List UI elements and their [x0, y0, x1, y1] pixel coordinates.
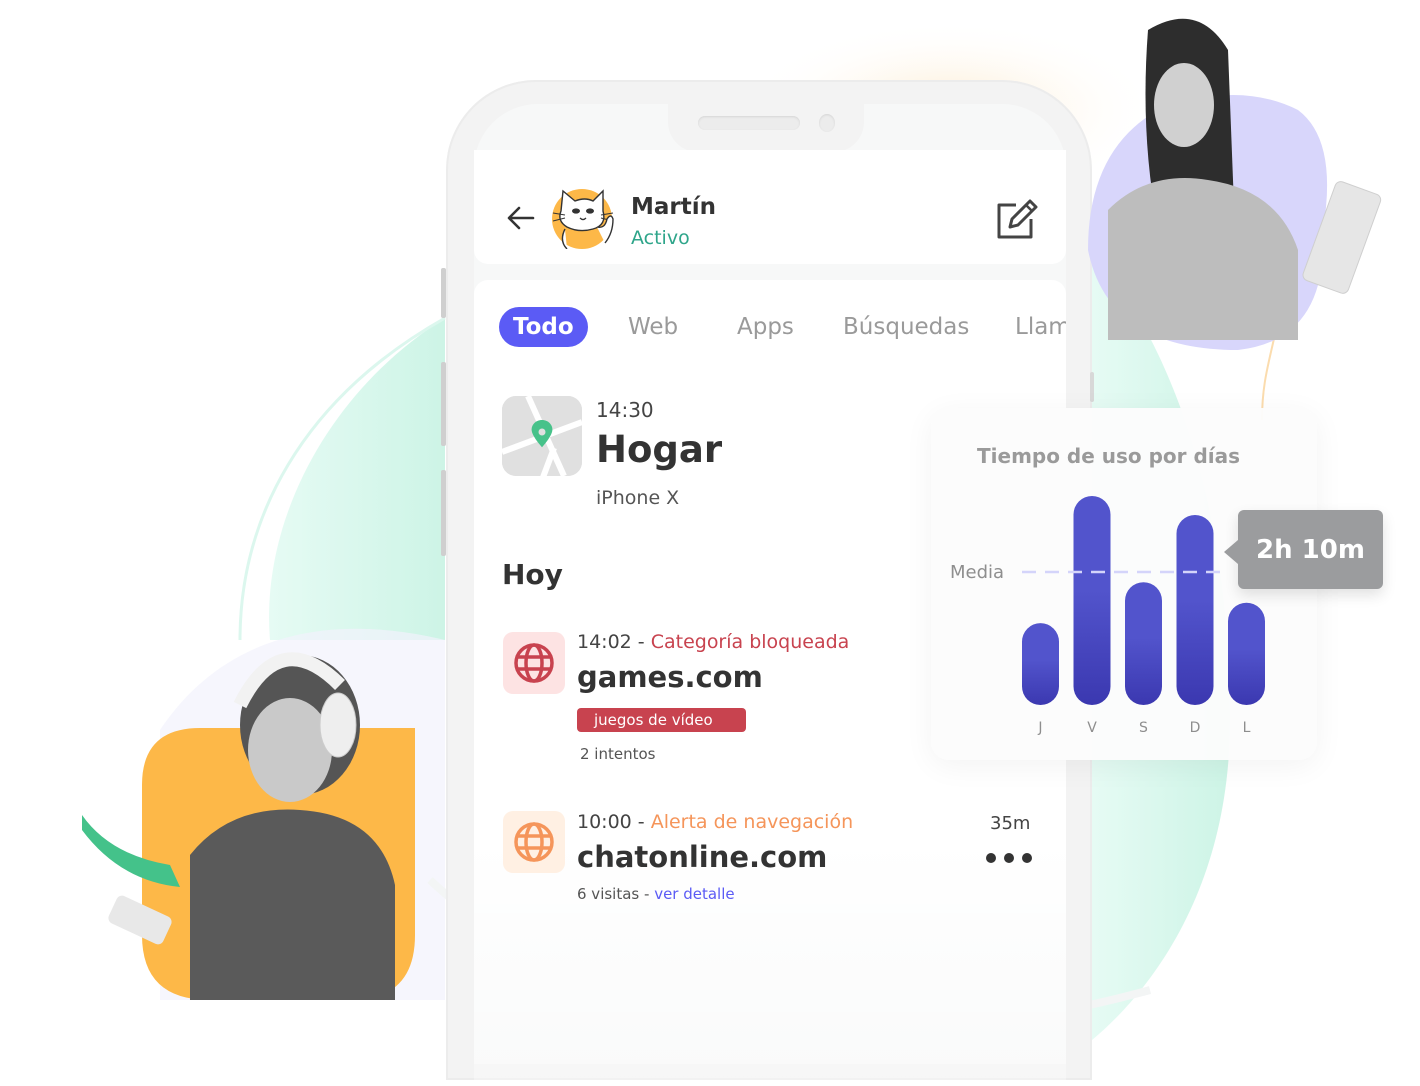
map-pin-icon: [502, 396, 582, 476]
location-name: Hogar: [596, 428, 723, 471]
activity-time: 14:02: [577, 631, 632, 653]
section-title-today: Hoy: [502, 558, 563, 591]
location-time: 14:30: [596, 398, 654, 422]
user-status: Activo: [631, 227, 690, 249]
girl-with-headphones-illustration: [82, 652, 415, 1000]
cat-avatar-icon: [552, 189, 614, 250]
filter-tabs: Todo Web Apps Búsquedas Llam: [499, 307, 1066, 349]
face: [248, 698, 332, 802]
jacket: [190, 809, 395, 1000]
edit-button[interactable]: [994, 199, 1038, 241]
location-map[interactable]: [502, 396, 582, 476]
phone-speaker: [698, 116, 800, 130]
alert-site-icon-box: [503, 811, 565, 873]
tab-llamadas[interactable]: Llam: [1015, 307, 1066, 347]
more-dot-icon: [1004, 853, 1014, 863]
globe-icon: [514, 643, 554, 683]
more-options-button[interactable]: [986, 853, 1034, 867]
phone-volume-down: [441, 470, 446, 556]
activity-meta: 10:00 - Alerta de navegación: [577, 811, 853, 833]
globe-icon: [514, 822, 554, 862]
face: [1154, 63, 1214, 147]
separator: -: [639, 885, 655, 903]
activity-meta: 14:02 - Categoría bloqueada: [577, 631, 849, 653]
avatar[interactable]: [549, 185, 619, 250]
activity-category: Alerta de navegación: [650, 811, 854, 833]
separator: -: [631, 631, 651, 653]
visit-count: 6 visitas: [577, 885, 640, 903]
more-dot-icon: [1022, 853, 1032, 863]
back-button[interactable]: [505, 202, 537, 234]
activity-detail: 6 visitas - ver detalle: [577, 885, 735, 903]
phone-volume-up: [441, 362, 446, 446]
activity-site[interactable]: chatonline.com: [577, 840, 827, 874]
edit-icon: [997, 199, 1038, 239]
arrow-left-icon: [507, 206, 535, 230]
chart-title: Tiempo de uso por días: [977, 444, 1241, 468]
activity-category: Categoría bloqueada: [650, 631, 850, 653]
tab-busquedas[interactable]: Búsquedas: [843, 307, 969, 347]
tab-apps[interactable]: Apps: [737, 307, 794, 347]
tab-web[interactable]: Web: [628, 307, 678, 347]
blocked-site-icon-box: [503, 632, 565, 694]
phone-silent-switch: [441, 268, 446, 318]
phone-camera: [819, 114, 835, 132]
separator: -: [631, 811, 651, 833]
location-device: iPhone X: [596, 487, 680, 509]
phone-power-button: [1090, 372, 1094, 402]
tab-todo[interactable]: Todo: [499, 307, 588, 347]
leaf-outline: [238, 316, 446, 641]
activity-time: 10:00: [577, 811, 632, 833]
view-detail-link[interactable]: ver detalle: [654, 885, 734, 903]
activity-site[interactable]: games.com: [577, 660, 763, 694]
value-tooltip: 2h 10m: [1224, 510, 1383, 589]
activity-detail: 2 intentos: [580, 745, 656, 763]
mint-leaf-left: [269, 318, 445, 640]
user-name: Martín: [631, 194, 717, 220]
category-badge: juegos de vídeo: [577, 708, 746, 732]
woman-with-tablet-illustration: [1088, 18, 1382, 350]
more-dot-icon: [986, 853, 996, 863]
activity-duration: 35m: [990, 813, 1031, 834]
headphone-cup: [319, 692, 357, 758]
